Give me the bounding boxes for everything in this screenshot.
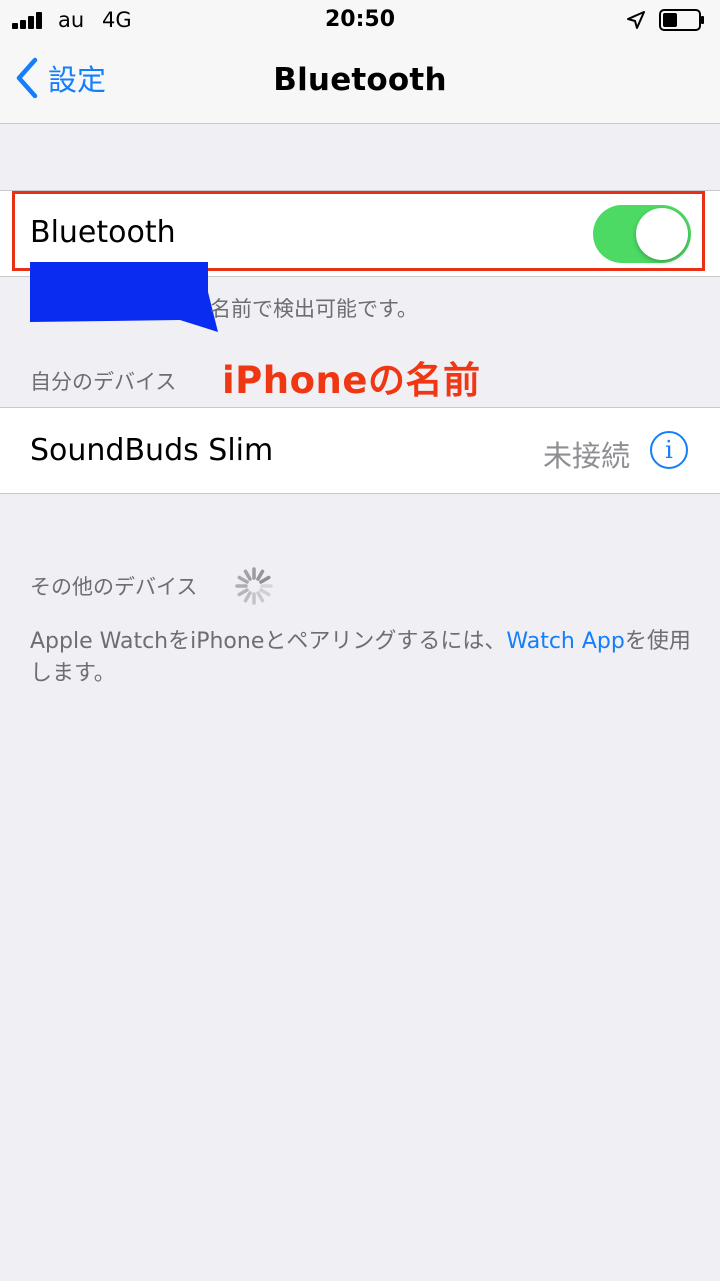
spinner-spoke [243,569,252,581]
battery-icon [659,9,704,31]
location-arrow-icon [627,11,645,29]
help-text-before: Apple WatchをiPhoneとペアリングするには、 [30,629,507,654]
status-bar: au 4G 20:50 [0,0,720,40]
iphone-name-annotation: iPhoneの名前 [222,359,481,402]
watch-pairing-help: Apple WatchをiPhoneとペアリングするには、Watch Appを使… [30,626,700,690]
spinner-spoke [259,575,271,584]
discoverable-note: 名前で検出可能です。 [210,297,418,321]
redaction-mark [30,262,218,332]
spinner-spoke [256,591,265,603]
loading-spinner-icon [235,567,273,605]
device-status: 未接続 [542,439,630,473]
spinner-spoke [259,588,271,597]
page-title: Bluetooth [273,62,447,98]
status-time: 20:50 [324,7,396,32]
spinner-spoke [237,588,249,597]
other-devices-header: その他のデバイス [30,575,198,599]
bluetooth-label: Bluetooth [30,215,176,250]
device-name: SoundBuds Slim [30,433,274,468]
toggle-knob [636,208,688,260]
spinner-spoke [256,569,265,581]
watch-app-link[interactable]: Watch App [506,629,624,654]
navigation-bar: 設定 Bluetooth [0,40,720,124]
info-icon[interactable]: i [650,431,688,469]
spinner-spoke [243,591,252,603]
spinner-spoke [237,575,249,584]
bluetooth-toggle[interactable] [593,205,691,263]
device-row[interactable]: SoundBuds Slim 未接続 i [0,407,720,494]
my-devices-header: 自分のデバイス [30,370,177,394]
